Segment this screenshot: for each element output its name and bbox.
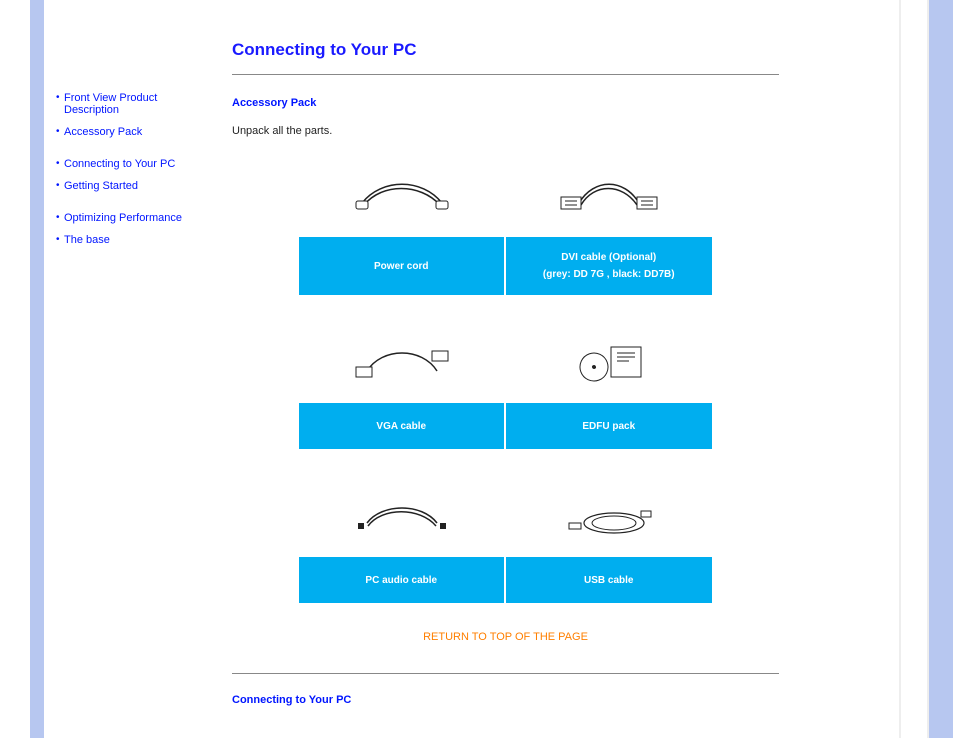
dvi-cable-label: DVI cable (Optional) (grey: DD 7G , blac… <box>506 237 713 295</box>
vga-cable-label: VGA cable <box>299 403 506 449</box>
nav-connecting-pc[interactable]: Connecting to Your PC <box>56 156 192 178</box>
pc-audio-cable-image <box>299 477 506 557</box>
usb-cable-image <box>506 477 713 557</box>
nav-the-base[interactable]: The base <box>56 232 192 254</box>
pc-audio-cable-label: PC audio cable <box>299 557 506 603</box>
vga-cable-image <box>299 323 506 403</box>
row-3-images <box>299 477 712 557</box>
main-content: Connecting to Your PC Accessory Pack Unp… <box>202 0 809 738</box>
edfu-pack-image <box>506 323 713 403</box>
divider-2 <box>232 673 779 674</box>
accessory-pack-heading: Accessory Pack <box>232 97 779 109</box>
accessory-grid: Power cord DVI cable (Optional) (grey: D… <box>299 157 712 603</box>
pc-audio-cable-icon <box>352 493 452 541</box>
row-2-images <box>299 323 712 403</box>
sidebar: Front View Product Description Accessory… <box>44 0 202 738</box>
nav-accessory-pack[interactable]: Accessory Pack <box>56 124 192 146</box>
usb-cable-label: USB cable <box>506 557 713 603</box>
usb-cable-icon <box>559 493 659 541</box>
edfu-pack-icon <box>559 339 659 387</box>
nav-optimizing[interactable]: Optimizing Performance <box>56 210 192 232</box>
nav-front-view[interactable]: Front View Product Description <box>56 90 192 124</box>
dvi-cable-image <box>506 157 713 237</box>
intro-text: Unpack all the parts. <box>232 125 779 137</box>
row-2-labels: VGA cable EDFU pack <box>299 403 712 449</box>
row-1-labels: Power cord DVI cable (Optional) (grey: D… <box>299 237 712 295</box>
power-cord-label: Power cord <box>299 237 506 295</box>
row-1-images <box>299 157 712 237</box>
power-cord-icon <box>352 173 452 221</box>
connecting-heading: Connecting to Your PC <box>232 694 779 706</box>
nav-getting-started[interactable]: Getting Started <box>56 178 192 200</box>
row-3-labels: PC audio cable USB cable <box>299 557 712 603</box>
power-cord-image <box>299 157 506 237</box>
return-to-top-link[interactable]: RETURN TO TOP OF THE PAGE <box>232 631 779 643</box>
vga-cable-icon <box>352 339 452 387</box>
page-title: Connecting to Your PC <box>232 40 779 60</box>
edfu-pack-label: EDFU pack <box>506 403 713 449</box>
dvi-cable-icon <box>559 173 659 221</box>
divider <box>232 74 779 75</box>
